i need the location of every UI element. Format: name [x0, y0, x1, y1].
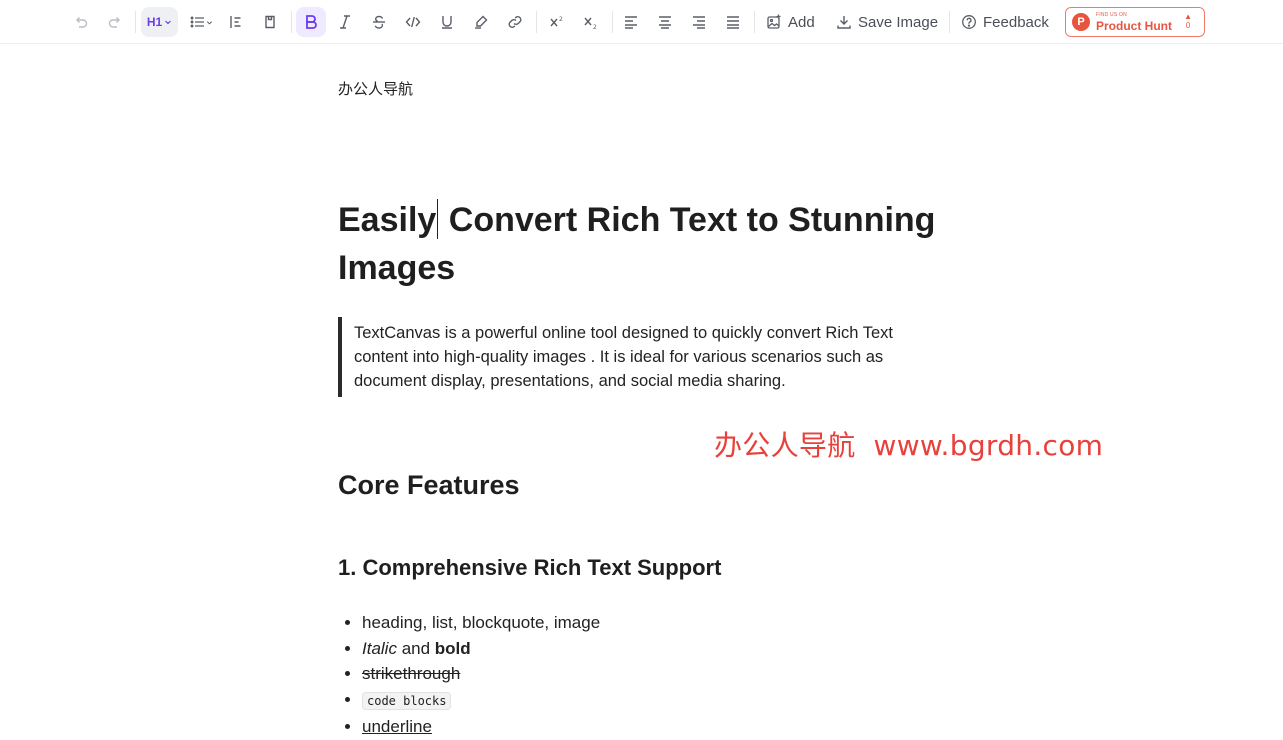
list-item[interactable]: heading, list, blockquote, image: [362, 610, 600, 636]
align-right-icon: [693, 16, 705, 29]
subscript-button[interactable]: 2: [576, 7, 606, 37]
highlight-button[interactable]: [466, 7, 496, 37]
list-item[interactable]: underline: [362, 714, 600, 740]
align-center-button[interactable]: [650, 7, 680, 37]
align-justify-icon: [727, 16, 739, 29]
chevron-down-icon: [165, 20, 172, 25]
align-right-button[interactable]: [684, 7, 714, 37]
save-image-button[interactable]: Save Image: [830, 7, 942, 37]
inline-code: code blocks: [362, 691, 452, 710]
align-left-button[interactable]: [616, 7, 646, 37]
subscript-icon: 2: [584, 17, 597, 30]
upvote-number: 0: [1185, 21, 1191, 30]
highlighter-icon: [475, 15, 488, 29]
toolbar-divider: [754, 11, 755, 33]
save-image-label: Save Image: [858, 13, 939, 31]
bullet-list-icon: [190, 16, 204, 28]
superscript-icon: 2: [550, 16, 563, 27]
link-button[interactable]: [500, 7, 530, 37]
core-features-heading[interactable]: Core Features: [338, 470, 520, 501]
align-center-icon: [659, 16, 671, 29]
list-item-text: heading, list, blockquote, image: [362, 613, 601, 632]
heading-label: H1: [146, 15, 163, 29]
upvote-count: ▲ 0: [1184, 12, 1192, 30]
strikethrough-icon: [373, 15, 385, 29]
redo-button[interactable]: [100, 7, 130, 37]
undo-icon: [76, 17, 88, 28]
watermark: 办公人导航 www.bgrdh.com: [714, 424, 1103, 464]
redo-icon: [108, 17, 120, 28]
code-block-button[interactable]: [255, 7, 285, 37]
toolbar-divider: [135, 11, 136, 33]
bold-button[interactable]: [296, 7, 326, 37]
list-dropdown[interactable]: [186, 7, 216, 37]
add-label: Add: [788, 13, 815, 31]
feedback-label: Feedback: [983, 13, 1049, 31]
strikethrough-button[interactable]: [364, 7, 394, 37]
toolbar-divider: [612, 11, 613, 33]
svg-text:2: 2: [593, 24, 597, 30]
code-icon: [405, 16, 421, 28]
svg-text:2: 2: [559, 16, 563, 23]
blockquote-icon: [230, 16, 241, 28]
link-icon: [508, 16, 522, 28]
download-icon: [837, 16, 851, 29]
toolbar-divider: [949, 11, 950, 33]
underline-icon: [442, 16, 452, 29]
product-hunt-tagline: FIND US ON: [1096, 11, 1127, 18]
editor-toolbar: H1 2 2 Add Save Image Feedback P FIND US…: [0, 0, 1283, 44]
superscript-button[interactable]: 2: [542, 7, 572, 37]
list-item-text: and: [396, 638, 435, 658]
code-block-icon: [265, 15, 275, 29]
watermark-url: www.bgrdh.com: [873, 429, 1104, 462]
bold-icon: [306, 15, 317, 29]
document-title[interactable]: Easily Convert Rich Text to Stunning Ima…: [338, 196, 958, 292]
product-hunt-badge[interactable]: P FIND US ON Product Hunt ▲ 0: [1065, 7, 1205, 37]
add-image-button[interactable]: Add: [760, 7, 824, 37]
list-item[interactable]: strikethrough: [362, 661, 600, 687]
list-item[interactable]: Italic and bold: [362, 636, 600, 662]
italic-button[interactable]: [330, 7, 360, 37]
italic-icon: [340, 15, 350, 29]
underline-button[interactable]: [432, 7, 462, 37]
toolbar-divider: [291, 11, 292, 33]
product-hunt-logo-icon: P: [1072, 13, 1090, 31]
upvote-arrow-icon: ▲: [1184, 12, 1192, 21]
help-circle-icon: [962, 15, 976, 29]
list-item[interactable]: code blocks: [362, 687, 600, 715]
chevron-down-icon: [206, 20, 212, 25]
feature-list: heading, list, blockquote, image Italic …: [338, 610, 600, 740]
underline-text: underline: [362, 717, 432, 736]
rich-text-support-heading[interactable]: 1. Comprehensive Rich Text Support: [338, 555, 721, 581]
watermark-name: 办公人导航: [714, 429, 856, 462]
italic-text: Italic: [362, 638, 397, 658]
product-hunt-name: Product Hunt: [1096, 18, 1172, 33]
blockquote-button[interactable]: [221, 7, 251, 37]
heading-dropdown[interactable]: H1: [141, 7, 178, 37]
inline-code-button[interactable]: [398, 7, 428, 37]
align-left-icon: [625, 16, 637, 29]
image-add-icon: [767, 14, 781, 29]
align-justify-button[interactable]: [718, 7, 748, 37]
bold-text: bold: [434, 638, 471, 658]
site-label: 办公人导航: [338, 80, 414, 98]
strikethrough-text: strikethrough: [362, 664, 461, 683]
undo-button[interactable]: [66, 7, 96, 37]
toolbar-divider: [536, 11, 537, 33]
blockquote[interactable]: TextCanvas is a powerful online tool des…: [338, 317, 938, 397]
feedback-button[interactable]: Feedback: [955, 7, 1055, 37]
title-first-word: Easily: [338, 201, 437, 239]
